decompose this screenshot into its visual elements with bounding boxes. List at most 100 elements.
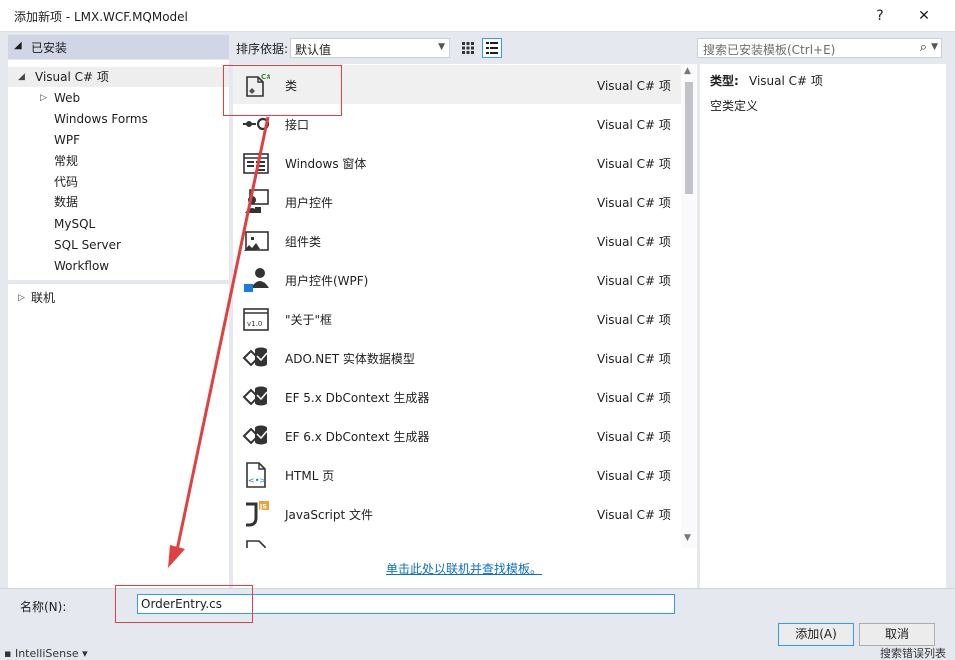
close-button[interactable]: ✕ [904, 0, 944, 32]
template-search-box[interactable]: 搜索已安装模板(Ctrl+E) ⌕ ▼ [697, 38, 942, 58]
template-row-windows-form[interactable]: Windows 窗体 Visual C# 项 [233, 143, 681, 182]
cancel-button[interactable]: 取消 [859, 623, 935, 646]
tree-item-label: Web [54, 91, 81, 105]
search-placeholder: 搜索已安装模板(Ctrl+E) [703, 43, 836, 57]
sort-value: 默认值 [295, 43, 332, 57]
tree-item-sql-server[interactable]: SQL Server [8, 235, 229, 255]
grid-view-icon [462, 42, 474, 54]
help-button[interactable]: ? [860, 0, 900, 32]
left-panel-background [8, 284, 229, 588]
type-label: 类型: [710, 74, 739, 88]
svg-text:C#: C# [261, 73, 270, 81]
scroll-up-icon[interactable]: ▲ [684, 66, 691, 76]
svg-text:JS: JS [259, 503, 267, 511]
file-icon [246, 540, 266, 548]
html-page-icon: <•> [246, 462, 266, 488]
template-name: ADO.NET 实体数据模型 [285, 352, 415, 366]
template-name: "关于"框 [285, 313, 333, 327]
tree-item-label: SQL Server [54, 238, 121, 252]
template-row-javascript-file[interactable]: JS JavaScript 文件 Visual C# 项 [233, 494, 681, 533]
tree-item-mysql[interactable]: MySQL [8, 214, 229, 234]
template-row-about-box[interactable]: v1.0 "关于"框 Visual C# 项 [233, 299, 681, 338]
template-row-class[interactable]: C# 类 Visual C# 项 [233, 65, 681, 104]
online-search-link[interactable]: 单击此处以联机并查找模板。 [386, 560, 542, 577]
sort-label: 排序依据: [236, 42, 289, 56]
javascript-file-icon: JS [246, 501, 269, 527]
scrollbar-thumb[interactable] [685, 82, 693, 194]
template-category: Visual C# 项 [597, 469, 671, 483]
wpf-user-control-icon [244, 268, 269, 292]
template-row-user-control[interactable]: 用户控件 Visual C# 项 [233, 182, 681, 221]
name-label: 名称(N): [20, 600, 67, 614]
tree-item-label: 代码 [54, 175, 79, 189]
tree-item-windows-forms[interactable]: Windows Forms [8, 109, 229, 129]
tree-item-general[interactable]: 常规 [8, 151, 229, 171]
template-category: Visual C# 项 [597, 118, 671, 132]
template-category: Visual C# 项 [597, 430, 671, 444]
template-name: 组件类 [285, 235, 322, 249]
title-bar: 添加新项 - LMX.WCF.MQModel ? ✕ [0, 0, 955, 32]
template-row-wpf-user-control[interactable]: 用户控件(WPF) Visual C# 项 [233, 260, 681, 299]
template-category: Visual C# 项 [597, 391, 671, 405]
interface-icon [243, 117, 270, 131]
tree-item-workflow[interactable]: Workflow [8, 256, 229, 276]
user-control-icon [245, 189, 269, 213]
tree-item-visual-csharp[interactable]: ◢ Visual C# 项 [8, 67, 229, 87]
name-input[interactable]: OrderEntry.cs [137, 594, 675, 614]
chevron-down-icon[interactable]: ▼ [931, 42, 938, 52]
grid-view-button[interactable] [458, 38, 478, 58]
sort-dropdown[interactable]: 默认值 ▼ [290, 38, 450, 58]
template-name: 用户控件(WPF) [285, 274, 369, 288]
template-name: EF 5.x DbContext 生成器 [285, 391, 430, 405]
template-name: HTML 页 [285, 469, 335, 483]
template-row-ef6-dbcontext[interactable]: EF 6.x DbContext 生成器 Visual C# 项 [233, 416, 681, 455]
collapsed-arrow-icon: ▷ [18, 293, 25, 303]
installed-header[interactable]: ◢ 已安装 [8, 35, 229, 59]
template-row-html-page[interactable]: <•> HTML 页 Visual C# 项 [233, 455, 681, 494]
template-list-scrollbar[interactable]: ▲ ▼ [681, 64, 697, 548]
svg-text:v1.0: v1.0 [247, 320, 262, 328]
scroll-down-icon[interactable]: ▼ [684, 533, 691, 543]
entity-model-icon [242, 347, 268, 367]
tree-item-online[interactable]: ▷ 联机 [8, 287, 229, 309]
online-link-row: 单击此处以联机并查找模板。 [233, 548, 697, 588]
list-view-button[interactable] [482, 38, 502, 58]
template-name: 接口 [285, 118, 310, 132]
tree-item-web[interactable]: ▷ Web [8, 88, 229, 108]
template-row-interface[interactable]: 接口 Visual C# 项 [233, 104, 681, 143]
tree-item-label: Visual C# 项 [35, 70, 109, 84]
template-category: Visual C# 项 [597, 352, 671, 366]
collapsed-arrow-icon: ▷ [40, 93, 47, 103]
template-list: C# 类 Visual C# 项 接口 Visual C# 项 Windows … [233, 64, 681, 548]
tree-item-wpf[interactable]: WPF [8, 130, 229, 150]
tree-item-label: Workflow [54, 259, 110, 273]
template-row-entity-model[interactable]: ADO.NET 实体数据模型 Visual C# 项 [233, 338, 681, 377]
about-box-icon: v1.0 [243, 308, 269, 331]
chevron-down-icon: ▼ [438, 42, 445, 52]
list-view-icon [486, 42, 498, 54]
tree-item-label: 常规 [54, 154, 79, 168]
component-icon [244, 231, 269, 251]
template-description: 空类定义 [710, 99, 759, 113]
template-row-partial [233, 533, 681, 548]
form-icon [243, 153, 269, 174]
template-detail-panel: 类型: Visual C# 项 空类定义 [700, 64, 946, 588]
expanded-arrow-icon: ◢ [18, 72, 25, 82]
tree-item-code[interactable]: 代码 [8, 172, 229, 192]
window-title: 添加新项 - LMX.WCF.MQModel [14, 10, 188, 24]
template-category: Visual C# 项 [597, 157, 671, 171]
template-category: Visual C# 项 [597, 196, 671, 210]
template-name: JavaScript 文件 [285, 508, 373, 522]
template-name: EF 6.x DbContext 生成器 [285, 430, 430, 444]
behind-label: IntelliSense [14, 647, 79, 660]
type-value: Visual C# 项 [749, 74, 823, 88]
add-button[interactable]: 添加(A) [778, 623, 854, 646]
category-tree: ◢ Visual C# 项 ▷ Web Windows Forms WPF 常规… [8, 60, 229, 280]
template-row-component[interactable]: 组件类 Visual C# 项 [233, 221, 681, 260]
template-row-ef5-dbcontext[interactable]: EF 5.x DbContext 生成器 Visual C# 项 [233, 377, 681, 416]
search-icon[interactable]: ⌕ [920, 40, 927, 55]
template-category: Visual C# 项 [597, 79, 671, 93]
svg-text:<•>: <•> [248, 476, 266, 485]
tree-item-data[interactable]: 数据 [8, 192, 229, 212]
template-category: Visual C# 项 [597, 508, 671, 522]
